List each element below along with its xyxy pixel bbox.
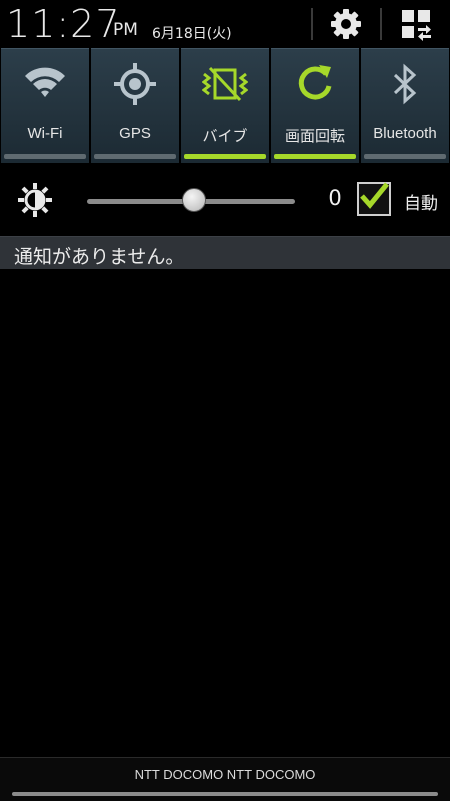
toggle-label: Wi-Fi — [27, 125, 63, 142]
checkmark-icon — [360, 182, 389, 209]
toggle-state-bar — [4, 154, 86, 159]
brightness-value: 0 — [328, 186, 342, 210]
toggle-label: Bluetooth — [373, 125, 437, 142]
gear-icon — [331, 9, 361, 39]
rotate-icon — [298, 65, 332, 100]
quick-settings-toggles: Wi-Fi GPS バイブ 画面回転 Bluetooth — [0, 46, 450, 166]
brightness-row: 0 自動 — [0, 168, 450, 234]
no-notifications-text: 通知がありません。 — [14, 246, 185, 268]
toggle-state-bar — [94, 154, 176, 159]
toggle-state-bar — [364, 154, 446, 159]
settings-button[interactable] — [325, 4, 367, 44]
bluetooth-icon — [393, 63, 417, 105]
vibrate-icon — [202, 66, 248, 102]
drag-handle[interactable] — [12, 792, 438, 796]
quick-panel-edit-icon — [402, 10, 431, 41]
notification-list — [0, 269, 450, 757]
brightness-slider-thumb[interactable] — [182, 188, 207, 212]
toggle-rotate[interactable]: 画面回転 — [271, 48, 359, 163]
gps-icon — [114, 63, 156, 105]
toggle-gps[interactable]: GPS — [91, 48, 179, 163]
toggle-bluetooth[interactable]: Bluetooth — [361, 48, 449, 163]
toggle-state-bar — [184, 154, 266, 159]
divider — [311, 8, 313, 40]
toggle-label: 画面回転 — [284, 128, 345, 145]
auto-brightness-checkbox[interactable] — [357, 182, 391, 216]
carrier-label: NTT DOCOMO NTT DOCOMO — [134, 767, 316, 782]
divider — [380, 8, 382, 40]
date-label: 6月18日(火) — [152, 26, 232, 42]
brightness-icon — [18, 183, 52, 217]
status-header: 11:27 PM 6月18日(火) — [0, 0, 450, 46]
auto-brightness-label: 自動 — [404, 194, 438, 214]
toggle-wifi[interactable]: Wi-Fi — [1, 48, 89, 163]
clock-ampm: PM — [113, 20, 138, 40]
toggle-vibrate[interactable]: バイブ — [181, 48, 269, 163]
toggle-label: GPS — [119, 125, 151, 142]
quick-panel-edit-button[interactable] — [395, 4, 437, 44]
panel-footer: NTT DOCOMO NTT DOCOMO — [0, 757, 450, 801]
clock: 11:27 — [6, 2, 121, 46]
wifi-icon — [25, 67, 65, 97]
toggle-label: バイブ — [202, 128, 248, 145]
toggle-state-bar — [274, 154, 356, 159]
notification-header: 通知がありません。 — [0, 236, 450, 270]
